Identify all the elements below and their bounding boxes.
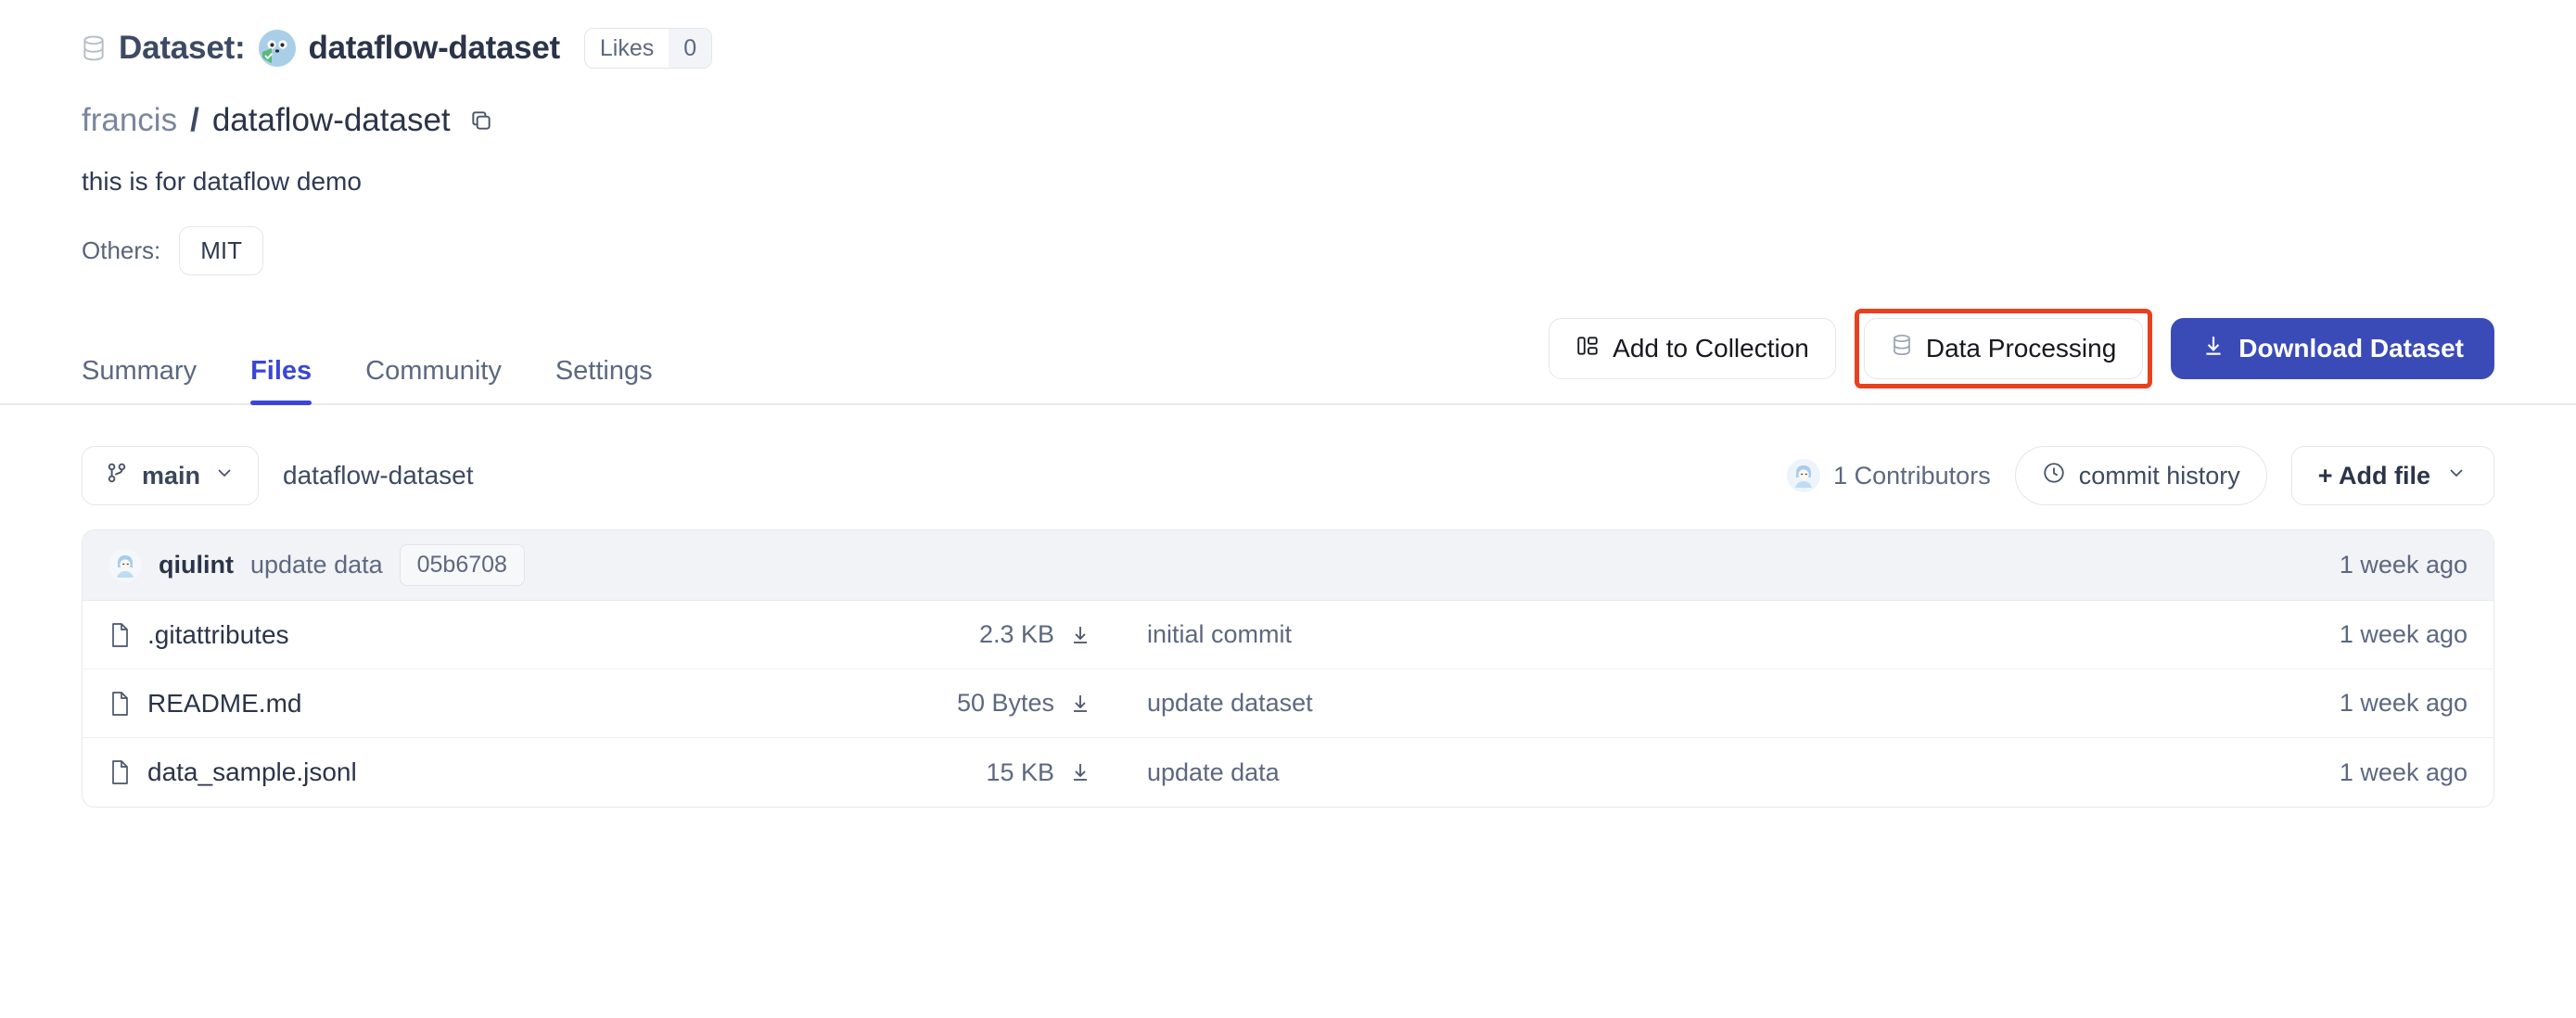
chevron-down-icon — [2445, 462, 2468, 490]
file-browser-toolbar: main dataflow-dataset — [82, 442, 2494, 509]
download-icon[interactable] — [1069, 693, 1091, 715]
data-processing-button[interactable]: Data Processing — [1864, 318, 2143, 379]
branch-selector[interactable]: main — [82, 446, 259, 505]
latest-commit-info: qiulint update data 05b6708 — [108, 544, 2340, 586]
file-icon — [108, 759, 131, 785]
tab-community[interactable]: Community — [365, 356, 502, 405]
file-size: 50 Bytes — [957, 689, 1054, 718]
commit-time: 1 week ago — [2340, 551, 2468, 579]
commit-history-button[interactable]: commit history — [2015, 446, 2267, 505]
contributors-label: 1 Contributors — [1833, 462, 1991, 490]
add-file-label: + Add file — [2318, 462, 2430, 490]
table-row[interactable]: README.md 50 Bytes update dataset 1 week… — [83, 669, 2493, 738]
user-avatar — [108, 549, 142, 582]
breadcrumb-owner[interactable]: francis — [82, 102, 177, 139]
table-row[interactable]: data_sample.jsonl 15 KB update data 1 we… — [83, 738, 2493, 807]
tab-settings[interactable]: Settings — [555, 356, 653, 405]
file-size-cell: 15 KB — [813, 758, 1091, 787]
tab-bar: Summary Files Community Settings Add to … — [82, 320, 2494, 405]
commit-history-label: commit history — [2079, 462, 2240, 490]
file-size: 2.3 KB — [979, 620, 1054, 649]
page-title: Dataset: — [119, 30, 246, 67]
download-icon[interactable] — [1069, 624, 1091, 646]
database-icon — [82, 34, 106, 62]
user-avatar — [1787, 459, 1820, 492]
chevron-down-icon — [213, 462, 236, 490]
file-icon — [108, 691, 131, 717]
download-dataset-label: Download Dataset — [2238, 334, 2464, 363]
commit-hash[interactable]: 05b6708 — [400, 544, 525, 586]
file-name: .gitattributes — [147, 620, 289, 650]
commit-message: update data — [250, 551, 383, 579]
branch-label: main — [142, 462, 200, 490]
file-size-cell: 50 Bytes — [813, 689, 1091, 718]
file-time: 1 week ago — [2340, 758, 2468, 787]
table-row[interactable]: .gitattributes 2.3 KB initial commit 1 w… — [83, 601, 2493, 669]
breadcrumb: francis / dataflow-dataset — [82, 98, 2494, 143]
file-commit-message: initial commit — [1091, 620, 2340, 649]
file-size: 15 KB — [986, 758, 1054, 787]
current-path: dataflow-dataset — [283, 461, 473, 490]
dataset-name: dataflow-dataset — [309, 30, 560, 67]
file-name: data_sample.jsonl — [147, 757, 357, 787]
file-size-cell: 2.3 KB — [813, 620, 1091, 649]
file-commit-message: update data — [1091, 758, 2340, 787]
file-browser-left: main dataflow-dataset — [82, 446, 474, 505]
license-chip[interactable]: MIT — [179, 226, 263, 275]
breadcrumb-repo[interactable]: dataflow-dataset — [212, 102, 451, 139]
file-browser-right: 1 Contributors commit history + Add file — [1787, 446, 2494, 505]
license-label: Others: — [82, 236, 160, 265]
file-time: 1 week ago — [2340, 689, 2468, 718]
commit-author[interactable]: qiulint — [159, 551, 234, 579]
file-commit-message: update dataset — [1091, 689, 2340, 718]
file-name-cell[interactable]: README.md — [108, 689, 813, 719]
file-name-cell[interactable]: data_sample.jsonl — [108, 757, 813, 787]
action-buttons: Add to Collection Data Processing — [1549, 309, 2494, 405]
file-name-cell[interactable]: .gitattributes — [108, 620, 813, 650]
likes-badge[interactable]: Likes 0 — [584, 28, 712, 69]
database-icon — [1891, 333, 1913, 365]
contributors[interactable]: 1 Contributors — [1787, 459, 1991, 492]
download-icon — [2201, 334, 2225, 364]
file-time: 1 week ago — [2340, 620, 2468, 649]
dataset-avatar — [259, 30, 296, 67]
add-file-button[interactable]: + Add file — [2291, 446, 2494, 505]
files-table: qiulint update data 05b6708 1 week ago .… — [82, 529, 2494, 808]
copy-icon[interactable] — [469, 108, 493, 133]
breadcrumb-separator: / — [190, 102, 199, 139]
add-to-collection-button[interactable]: Add to Collection — [1549, 318, 1836, 379]
likes-count: 0 — [669, 29, 711, 68]
tab-files[interactable]: Files — [250, 356, 312, 405]
data-processing-label: Data Processing — [1926, 334, 2116, 363]
tab-summary[interactable]: Summary — [82, 356, 197, 405]
file-icon — [108, 622, 131, 648]
git-branch-icon — [105, 461, 129, 491]
dataset-header: Dataset: dataflow-dataset Likes 0 — [82, 22, 2494, 74]
collection-icon — [1575, 334, 1600, 364]
add-to-collection-label: Add to Collection — [1613, 334, 1809, 363]
file-name: README.md — [147, 689, 301, 719]
likes-label: Likes — [585, 29, 669, 68]
dataset-description: this is for dataflow demo — [82, 167, 2494, 197]
tab-list: Summary Files Community Settings — [82, 356, 653, 405]
download-icon[interactable] — [1069, 761, 1091, 783]
dataset-page: Dataset: dataflow-dataset Likes 0 franci… — [0, 22, 2576, 1018]
download-dataset-button[interactable]: Download Dataset — [2171, 318, 2494, 379]
clock-icon — [2042, 461, 2066, 491]
license-row: Others: MIT — [82, 226, 2494, 275]
latest-commit-row[interactable]: qiulint update data 05b6708 1 week ago — [83, 530, 2493, 601]
data-processing-highlight: Data Processing — [1855, 309, 2152, 388]
